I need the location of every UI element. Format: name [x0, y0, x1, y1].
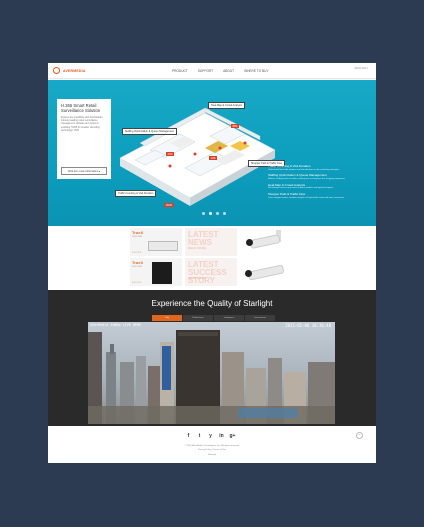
callout-traffic-counting: Traffic Counting & Visit Duration — [115, 190, 157, 197]
video-osd-timestamp: 2015-01-08 18:36:48 — [285, 323, 331, 328]
camera-tile-bullet[interactable] — [242, 228, 294, 256]
hero-cta-button[interactable]: Click For more Information ▸ — [61, 167, 107, 175]
product-name: TrueX — [132, 260, 144, 265]
success-story-heading: LATEST SUCCESS STORY — [188, 260, 227, 285]
web-page: AVERMEDIA PRODUCT SUPPORT ABOUT WHERE TO… — [48, 63, 376, 463]
language-selector[interactable]: ENGLISH ▾ — [355, 67, 368, 70]
feature-desc: Understand foot traffic patterns and vis… — [268, 168, 340, 171]
tab-pedestrians[interactable]: Pedestrians — [183, 315, 213, 321]
carousel-dot[interactable] — [216, 212, 219, 215]
logo-text: AVERMEDIA — [63, 68, 86, 73]
demo-video-player[interactable]: AVerMedia 1080p LIVE DEMO 2015-01-08 18:… — [88, 322, 335, 424]
stat-tag: 88% — [231, 124, 240, 128]
feature-item: Heat Map & Crowd Analysis See hotspot ar… — [268, 183, 368, 190]
feature-desc: See hotspot areas in your store to place… — [268, 187, 334, 190]
camera-tile-box[interactable] — [242, 258, 294, 286]
feature-desc: Learn shopper routes, combine analytics … — [268, 196, 345, 199]
product-sub: H.265 NVR — [132, 266, 143, 268]
starlight-tabs: City Pedestrians Underpass Intersection — [152, 315, 275, 321]
carousel-dot-active[interactable] — [209, 212, 212, 215]
site-footer: f t y in g+ ⌃ © 2015 AVerMedia Technolog… — [48, 426, 376, 463]
starlight-section: Experience the Quality of Starlight City… — [48, 290, 376, 426]
latest-news-heading: LATEST NEWS — [188, 230, 219, 247]
success-story-link: READ MORE — [188, 276, 207, 280]
product-tile-nvr-2[interactable]: TrueX H.265 NVR SOLUTION — [130, 258, 182, 286]
social-links: f t y in g+ — [185, 433, 236, 440]
video-osd-label: AVerMedia 1080p LIVE DEMO — [90, 323, 142, 327]
latest-news-link: READ MORE — [188, 246, 207, 250]
stat-tag: 23% — [166, 152, 175, 156]
feature-desc: Balance staffing levels to reduce waitin… — [268, 177, 346, 180]
site-header: AVERMEDIA PRODUCT SUPPORT ABOUT WHERE TO… — [48, 63, 376, 79]
nav-about[interactable]: ABOUT — [223, 69, 234, 73]
main-nav: PRODUCT SUPPORT ABOUT WHERE TO BUY — [172, 69, 269, 73]
stat-tag: 13% — [209, 156, 218, 160]
hero-description: Explore the possibility with AVerMedia's… — [61, 116, 103, 132]
product-strip: SOLUTION — [132, 252, 142, 254]
latest-news-tile[interactable]: LATEST NEWS READ MORE — [185, 228, 237, 256]
nvr-device-image — [148, 241, 178, 251]
logo-icon — [53, 67, 60, 74]
store-isometric-illustration — [119, 107, 276, 206]
footer-copyright: © 2015 AVerMedia Technologies, Inc. All … — [184, 445, 240, 447]
brand-logo[interactable]: AVERMEDIA — [53, 67, 86, 74]
twitter-icon[interactable]: t — [196, 433, 203, 440]
back-to-top-button[interactable]: ⌃ — [356, 432, 363, 439]
tab-city[interactable]: City — [152, 315, 182, 321]
feature-item: Traffic Counting & Visit Duration Unders… — [268, 164, 368, 171]
product-name: TrueX — [132, 230, 144, 235]
feature-item: Staffing Optimization & Queue Management… — [268, 174, 368, 180]
product-grid: TrueX H.265 NVR SOLUTION LATEST NEWS REA… — [48, 226, 376, 290]
feature-item: Shopper Path & Traffic Flow Learn shoppe… — [268, 193, 368, 199]
nvr-tower-image — [152, 262, 172, 284]
linkedin-icon[interactable]: in — [218, 433, 225, 440]
facebook-icon[interactable]: f — [185, 433, 192, 440]
carousel-dot[interactable] — [223, 212, 226, 215]
footer-sitemap[interactable]: Sitemap — [48, 454, 376, 456]
callout-heat-map: Heat Map & Crowd Analysis — [208, 102, 245, 109]
tab-intersection[interactable]: Intersection — [245, 315, 275, 321]
product-sub: H.265 NVR — [132, 236, 143, 238]
nav-product[interactable]: PRODUCT — [172, 69, 188, 73]
hero-card: H.265 Smart Retail Surveillance Solution… — [57, 99, 111, 179]
hero-banner: H.265 Smart Retail Surveillance Solution… — [48, 80, 376, 226]
nav-support[interactable]: SUPPORT — [198, 69, 213, 73]
nav-where-to-buy[interactable]: WHERE TO BUY — [244, 69, 269, 73]
youtube-icon[interactable]: y — [207, 433, 214, 440]
camera-lens-icon — [246, 239, 253, 246]
camera-lens-icon — [245, 270, 252, 277]
stat-tag: 160% — [164, 203, 174, 207]
starlight-title: Experience the Quality of Starlight — [151, 299, 273, 308]
footer-links[interactable]: Privacy Policy | Terms of Use — [48, 449, 376, 451]
success-story-tile[interactable]: LATEST SUCCESS STORY READ MORE — [185, 258, 237, 286]
camera-body — [247, 264, 285, 281]
product-tile-nvr[interactable]: TrueX H.265 NVR SOLUTION — [130, 228, 182, 256]
hero-title: H.265 Smart Retail Surveillance Solution — [61, 103, 101, 113]
city-skyline-image — [88, 330, 335, 424]
tab-underpass[interactable]: Underpass — [214, 315, 244, 321]
carousel-dots — [202, 212, 226, 215]
google-plus-icon[interactable]: g+ — [229, 433, 236, 440]
callout-staffing: Staffing Optimization & Queue Management — [122, 128, 177, 135]
product-strip: SOLUTION — [132, 282, 142, 284]
feature-list: Traffic Counting & Visit Duration Unders… — [268, 164, 368, 203]
carousel-dot[interactable] — [202, 212, 205, 215]
camera-body — [249, 233, 281, 250]
